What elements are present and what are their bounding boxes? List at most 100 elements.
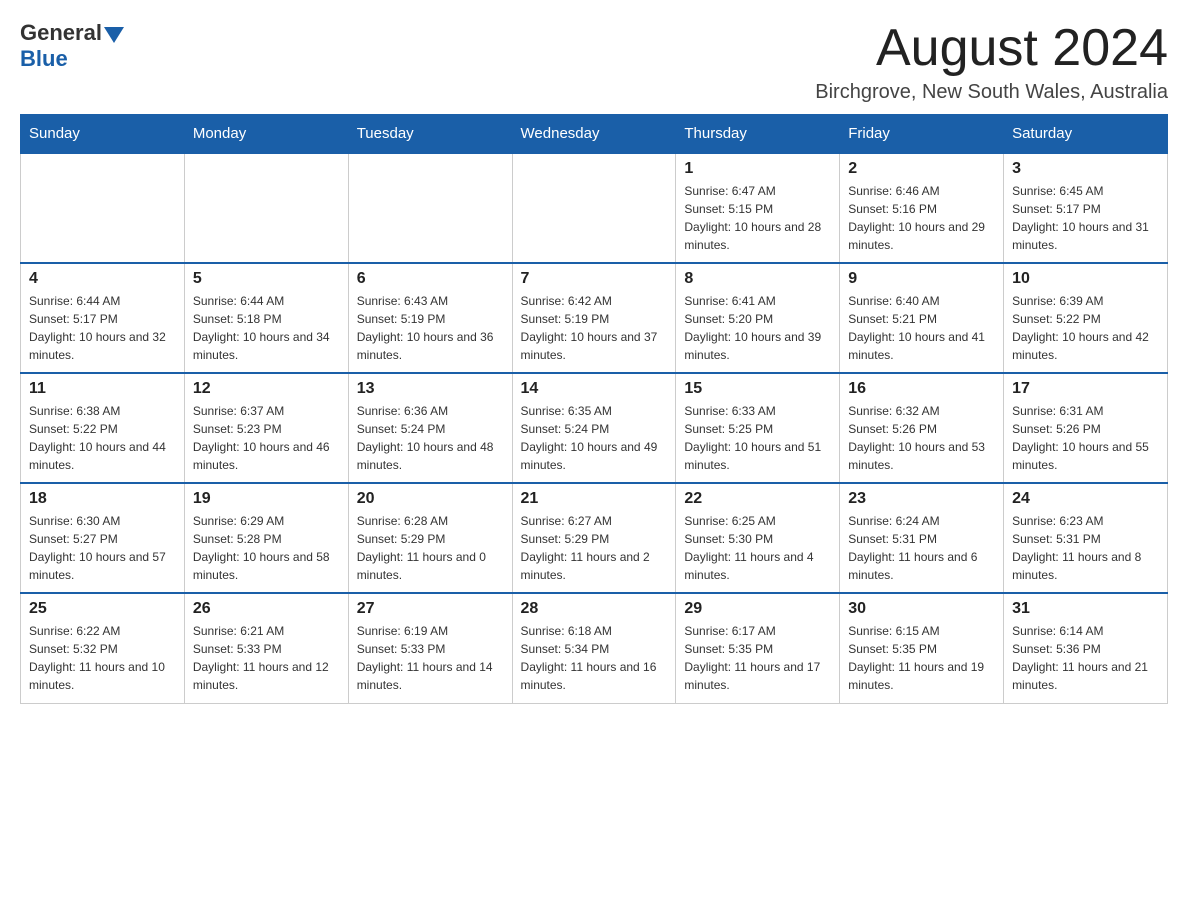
day-info: Sunrise: 6:42 AMSunset: 5:19 PMDaylight:…: [521, 292, 668, 364]
day-info: Sunrise: 6:37 AMSunset: 5:23 PMDaylight:…: [193, 402, 340, 474]
day-number: 1: [684, 160, 831, 178]
day-info: Sunrise: 6:33 AMSunset: 5:25 PMDaylight:…: [684, 402, 831, 474]
calendar-cell: 13 Sunrise: 6:36 AMSunset: 5:24 PMDayligh…: [348, 373, 512, 483]
calendar-cell: 16 Sunrise: 6:32 AMSunset: 5:26 PMDayligh…: [840, 373, 1004, 483]
day-number: 12: [193, 380, 340, 398]
logo: General Blue: [20, 20, 124, 72]
calendar-cell: 26Sunrise: 6:21 AMSunset: 5:33 PMDayligh…: [184, 593, 348, 703]
calendar-cell: 5 Sunrise: 6:44 AMSunset: 5:18 PMDaylight…: [184, 263, 348, 373]
calendar-cell: 27 Sunrise: 6:19 AMSunset: 5:33 PMDayligh…: [348, 593, 512, 703]
day-number: 19: [193, 490, 340, 508]
day-info: Sunrise: 6:23 AMSunset: 5:31 PMDaylight:…: [1012, 512, 1159, 584]
calendar-cell: [512, 153, 676, 263]
day-number: 18: [29, 490, 176, 508]
calendar-cell: 19 Sunrise: 6:29 AMSunset: 5:28 PMDayligh…: [184, 483, 348, 593]
calendar-table: SundayMondayTuesdayWednesdayThursdayFrid…: [20, 114, 1168, 704]
day-info: Sunrise: 6:24 AMSunset: 5:31 PMDaylight:…: [848, 512, 995, 584]
weekday-header-tuesday: Tuesday: [348, 115, 512, 154]
day-number: 9: [848, 270, 995, 288]
calendar-cell: 21 Sunrise: 6:27 AMSunset: 5:29 PMDayligh…: [512, 483, 676, 593]
day-number: 2: [848, 160, 995, 178]
page-header: General Blue August 2024 Birchgrove, New…: [20, 20, 1168, 104]
calendar-cell: 30 Sunrise: 6:15 AMSunset: 5:35 PMDayligh…: [840, 593, 1004, 703]
calendar-cell: 28 Sunrise: 6:18 AMSunset: 5:34 PMDayligh…: [512, 593, 676, 703]
calendar-cell: 31Sunrise: 6:14 AMSunset: 5:36 PMDayligh…: [1004, 593, 1168, 703]
calendar-cell: 24Sunrise: 6:23 AMSunset: 5:31 PMDayligh…: [1004, 483, 1168, 593]
location-title: Birchgrove, New South Wales, Australia: [815, 81, 1168, 104]
weekday-header-thursday: Thursday: [676, 115, 840, 154]
day-info: Sunrise: 6:31 AMSunset: 5:26 PMDaylight:…: [1012, 402, 1159, 474]
calendar-cell: 9 Sunrise: 6:40 AMSunset: 5:21 PMDaylight…: [840, 263, 1004, 373]
calendar-cell: 22 Sunrise: 6:25 AMSunset: 5:30 PMDayligh…: [676, 483, 840, 593]
day-info: Sunrise: 6:21 AMSunset: 5:33 PMDaylight:…: [193, 622, 340, 694]
day-info: Sunrise: 6:14 AMSunset: 5:36 PMDaylight:…: [1012, 622, 1159, 694]
calendar-cell: 25Sunrise: 6:22 AMSunset: 5:32 PMDayligh…: [21, 593, 185, 703]
calendar-week-row: 1 Sunrise: 6:47 AMSunset: 5:15 PMDaylight…: [21, 153, 1168, 263]
day-info: Sunrise: 6:30 AMSunset: 5:27 PMDaylight:…: [29, 512, 176, 584]
title-section: August 2024 Birchgrove, New South Wales,…: [815, 20, 1168, 104]
day-number: 10: [1012, 270, 1159, 288]
day-info: Sunrise: 6:22 AMSunset: 5:32 PMDaylight:…: [29, 622, 176, 694]
weekday-header-saturday: Saturday: [1004, 115, 1168, 154]
day-number: 11: [29, 380, 176, 398]
day-number: 6: [357, 270, 504, 288]
weekday-header-friday: Friday: [840, 115, 1004, 154]
calendar-cell: 3Sunrise: 6:45 AMSunset: 5:17 PMDaylight…: [1004, 153, 1168, 263]
calendar-cell: 14 Sunrise: 6:35 AMSunset: 5:24 PMDayligh…: [512, 373, 676, 483]
calendar-cell: [348, 153, 512, 263]
day-info: Sunrise: 6:43 AMSunset: 5:19 PMDaylight:…: [357, 292, 504, 364]
day-info: Sunrise: 6:28 AMSunset: 5:29 PMDaylight:…: [357, 512, 504, 584]
day-number: 13: [357, 380, 504, 398]
day-info: Sunrise: 6:27 AMSunset: 5:29 PMDaylight:…: [521, 512, 668, 584]
day-number: 29: [684, 600, 831, 618]
logo-general-text: General: [20, 20, 102, 46]
calendar-cell: 8Sunrise: 6:41 AMSunset: 5:20 PMDaylight…: [676, 263, 840, 373]
calendar-cell: 11Sunrise: 6:38 AMSunset: 5:22 PMDayligh…: [21, 373, 185, 483]
day-info: Sunrise: 6:36 AMSunset: 5:24 PMDaylight:…: [357, 402, 504, 474]
day-info: Sunrise: 6:19 AMSunset: 5:33 PMDaylight:…: [357, 622, 504, 694]
day-info: Sunrise: 6:44 AMSunset: 5:18 PMDaylight:…: [193, 292, 340, 364]
calendar-cell: 2Sunrise: 6:46 AMSunset: 5:16 PMDaylight…: [840, 153, 1004, 263]
calendar-cell: 6 Sunrise: 6:43 AMSunset: 5:19 PMDaylight…: [348, 263, 512, 373]
calendar-cell: 1 Sunrise: 6:47 AMSunset: 5:15 PMDaylight…: [676, 153, 840, 263]
calendar-cell: 20 Sunrise: 6:28 AMSunset: 5:29 PMDayligh…: [348, 483, 512, 593]
weekday-header-wednesday: Wednesday: [512, 115, 676, 154]
day-info: Sunrise: 6:29 AMSunset: 5:28 PMDaylight:…: [193, 512, 340, 584]
calendar-cell: 23 Sunrise: 6:24 AMSunset: 5:31 PMDayligh…: [840, 483, 1004, 593]
calendar-cell: 17Sunrise: 6:31 AMSunset: 5:26 PMDayligh…: [1004, 373, 1168, 483]
day-number: 23: [848, 490, 995, 508]
day-info: Sunrise: 6:17 AMSunset: 5:35 PMDaylight:…: [684, 622, 831, 694]
day-info: Sunrise: 6:40 AMSunset: 5:21 PMDaylight:…: [848, 292, 995, 364]
calendar-cell: 4Sunrise: 6:44 AMSunset: 5:17 PMDaylight…: [21, 263, 185, 373]
calendar-cell: 7Sunrise: 6:42 AMSunset: 5:19 PMDaylight…: [512, 263, 676, 373]
day-number: 21: [521, 490, 668, 508]
weekday-header-monday: Monday: [184, 115, 348, 154]
calendar-header-row: SundayMondayTuesdayWednesdayThursdayFrid…: [21, 115, 1168, 154]
day-number: 4: [29, 270, 176, 288]
day-number: 14: [521, 380, 668, 398]
day-number: 28: [521, 600, 668, 618]
calendar-week-row: 11Sunrise: 6:38 AMSunset: 5:22 PMDayligh…: [21, 373, 1168, 483]
day-info: Sunrise: 6:35 AMSunset: 5:24 PMDaylight:…: [521, 402, 668, 474]
calendar-week-row: 4Sunrise: 6:44 AMSunset: 5:17 PMDaylight…: [21, 263, 1168, 373]
day-number: 22: [684, 490, 831, 508]
day-number: 30: [848, 600, 995, 618]
day-info: Sunrise: 6:18 AMSunset: 5:34 PMDaylight:…: [521, 622, 668, 694]
logo-triangle-icon: [104, 27, 124, 43]
day-number: 15: [684, 380, 831, 398]
day-info: Sunrise: 6:15 AMSunset: 5:35 PMDaylight:…: [848, 622, 995, 694]
month-title: August 2024: [815, 20, 1168, 77]
calendar-week-row: 18 Sunrise: 6:30 AMSunset: 5:27 PMDayligh…: [21, 483, 1168, 593]
calendar-cell: 29 Sunrise: 6:17 AMSunset: 5:35 PMDayligh…: [676, 593, 840, 703]
day-number: 20: [357, 490, 504, 508]
calendar-cell: 18 Sunrise: 6:30 AMSunset: 5:27 PMDayligh…: [21, 483, 185, 593]
day-number: 3: [1012, 160, 1159, 178]
day-info: Sunrise: 6:47 AMSunset: 5:15 PMDaylight:…: [684, 182, 831, 254]
day-info: Sunrise: 6:32 AMSunset: 5:26 PMDaylight:…: [848, 402, 995, 474]
day-info: Sunrise: 6:25 AMSunset: 5:30 PMDaylight:…: [684, 512, 831, 584]
day-number: 16: [848, 380, 995, 398]
day-number: 5: [193, 270, 340, 288]
day-number: 27: [357, 600, 504, 618]
calendar-cell: 15 Sunrise: 6:33 AMSunset: 5:25 PMDayligh…: [676, 373, 840, 483]
calendar-cell: 10Sunrise: 6:39 AMSunset: 5:22 PMDayligh…: [1004, 263, 1168, 373]
